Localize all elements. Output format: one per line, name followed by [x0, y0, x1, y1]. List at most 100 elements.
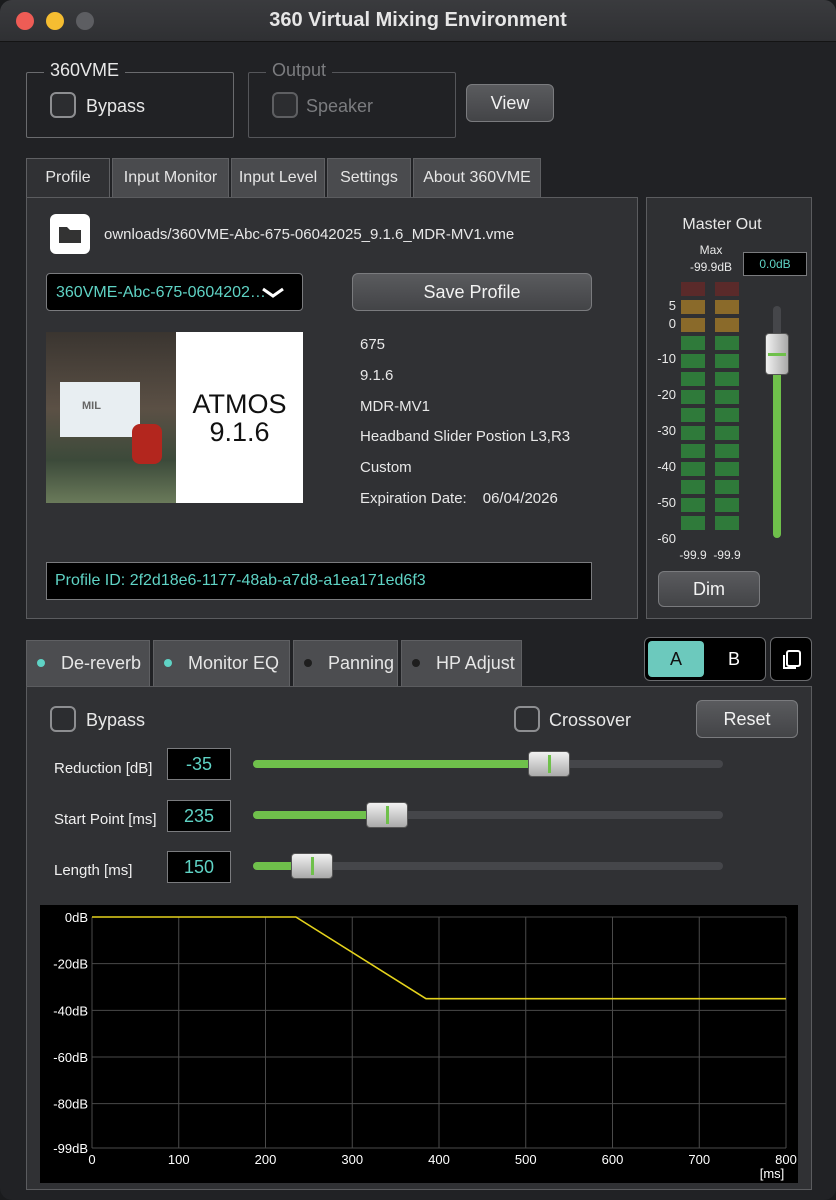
scale-label: -10 [657, 351, 676, 366]
format-line1: ATMOS [192, 389, 287, 419]
speaker-checkbox[interactable] [272, 92, 298, 118]
x-tick-label: 0 [88, 1152, 95, 1167]
tab-about[interactable]: About 360VME [413, 158, 541, 198]
meter-segment [715, 444, 739, 458]
right-level-readout: -99.9 [713, 548, 741, 562]
meter-segment [715, 300, 739, 314]
meter-segment [681, 300, 705, 314]
y-tick-label: -80dB [53, 1097, 88, 1112]
dereverb-curve-svg: 0dB -20dB -40dB -60dB -80dB -99dB0 100 200 300 40… [53, 910, 797, 1181]
meter-segment [681, 444, 705, 458]
meter-segment [681, 354, 705, 368]
ab-b-button[interactable]: B [706, 641, 762, 677]
meter-segment [681, 498, 705, 512]
scale-label: -20 [657, 387, 676, 402]
start-point-slider[interactable] [253, 802, 723, 828]
tab-panning-label: Panning [328, 653, 395, 673]
meter-segment [681, 318, 705, 332]
dereverb-bypass-checkbox[interactable] [50, 706, 76, 732]
meter-segment [681, 282, 705, 296]
meter-segment [681, 390, 705, 404]
y-tick-label: -40dB [53, 1003, 88, 1018]
x-tick-label: 600 [602, 1152, 624, 1167]
left-level-meter [681, 282, 705, 540]
tab-de-reverb[interactable]: De-reverb [26, 640, 150, 686]
profile-select[interactable]: 360VME-Abc-675-0604202… [46, 273, 303, 311]
length-label: Length [ms] [54, 862, 133, 879]
master-out-title: Master Out [682, 216, 762, 233]
x-tick-label: 700 [688, 1152, 710, 1167]
studio-photo: MIL [46, 332, 176, 503]
scale-label: -30 [657, 423, 676, 438]
meter-segment [681, 516, 705, 530]
length-slider-thumb[interactable] [290, 853, 333, 879]
expiration-value: 06/04/2026 [482, 489, 558, 507]
tab-settings[interactable]: Settings [327, 158, 411, 198]
effect-off-indicator [304, 659, 312, 668]
view-button[interactable]: View [466, 84, 554, 122]
format-line2: 9.1.6 [209, 417, 270, 447]
reduction-slider-thumb[interactable] [528, 751, 571, 777]
reduction-slider[interactable] [253, 751, 723, 777]
meter-segment [715, 516, 739, 530]
scale-label: -60 [657, 531, 676, 546]
profile-details: 675 9.1.6 MDR-MV1 Headband Slider Postio… [360, 330, 570, 515]
meter-segment [681, 372, 705, 386]
ab-a-button[interactable]: A [648, 641, 704, 677]
meter-segment [715, 462, 739, 476]
meter-segment [681, 426, 705, 440]
bypass-checkbox[interactable] [50, 92, 76, 118]
meter-segment [715, 372, 739, 386]
copy-settings-button[interactable] [770, 637, 812, 681]
profile-select-value: 360VME-Abc-675-0604202… [56, 284, 266, 301]
title-bar: 360 Virtual Mixing Environment [0, 0, 836, 42]
meter-segment [715, 498, 739, 512]
expiration-label: Expiration Date: [360, 489, 467, 507]
profile-file-path: ownloads/360VME-Abc-675-06042025_9.1.6_M… [104, 226, 515, 243]
meter-segment [715, 282, 739, 296]
master-gain-value[interactable]: 0.0dB [743, 252, 807, 276]
chevron-down-icon [262, 287, 284, 298]
right-level-meter [715, 282, 739, 540]
meter-segment [681, 480, 705, 494]
tab-profile[interactable]: Profile [26, 158, 110, 198]
reduction-value[interactable]: -35 [167, 748, 231, 780]
detail-format: 9.1.6 [360, 366, 394, 384]
x-tick-label: 300 [341, 1152, 363, 1167]
meter-segment [715, 354, 739, 368]
detail-headphone: MDR-MV1 [360, 397, 430, 415]
start-point-slider-thumb[interactable] [365, 802, 408, 828]
vme-group-legend: 360VME [44, 60, 126, 81]
reduction-slider-fill [253, 760, 550, 768]
meter-segment [681, 336, 705, 350]
effect-off-indicator [412, 659, 420, 668]
crossover-checkbox[interactable] [514, 706, 540, 732]
reset-button[interactable]: Reset [696, 700, 798, 738]
save-profile-button[interactable]: Save Profile [352, 273, 592, 311]
length-value[interactable]: 150 [167, 851, 231, 883]
meter-segment [681, 408, 705, 422]
crossover-label: Crossover [549, 710, 632, 730]
detail-type: Custom [360, 459, 412, 477]
open-file-button[interactable] [50, 214, 90, 254]
bypass-label: Bypass [86, 96, 146, 116]
profile-image: MIL ATMOS 9.1.6 [46, 332, 303, 503]
app-window: 360 Virtual Mixing Environment 360VME By… [0, 0, 836, 1200]
speaker-label: Speaker [306, 96, 374, 116]
start-point-value[interactable]: 235 [167, 800, 231, 832]
meter-segment [715, 426, 739, 440]
dim-button[interactable]: Dim [658, 571, 760, 607]
x-tick-label: 200 [255, 1152, 277, 1167]
tab-monitor-eq[interactable]: Monitor EQ [153, 640, 290, 686]
scale-label: -40 [657, 459, 676, 474]
tab-panning[interactable]: Panning [293, 640, 398, 686]
master-fader-thumb[interactable] [765, 332, 789, 375]
x-tick-label: 100 [168, 1152, 190, 1167]
tab-hp-adjust[interactable]: HP Adjust [401, 640, 522, 686]
start-point-label: Start Point [ms] [54, 811, 157, 828]
tab-input-monitor[interactable]: Input Monitor [112, 158, 229, 198]
tab-input-level[interactable]: Input Level [231, 158, 325, 198]
folder-icon [59, 227, 81, 243]
length-slider[interactable] [253, 853, 723, 879]
x-tick-label: 800 [775, 1152, 797, 1167]
